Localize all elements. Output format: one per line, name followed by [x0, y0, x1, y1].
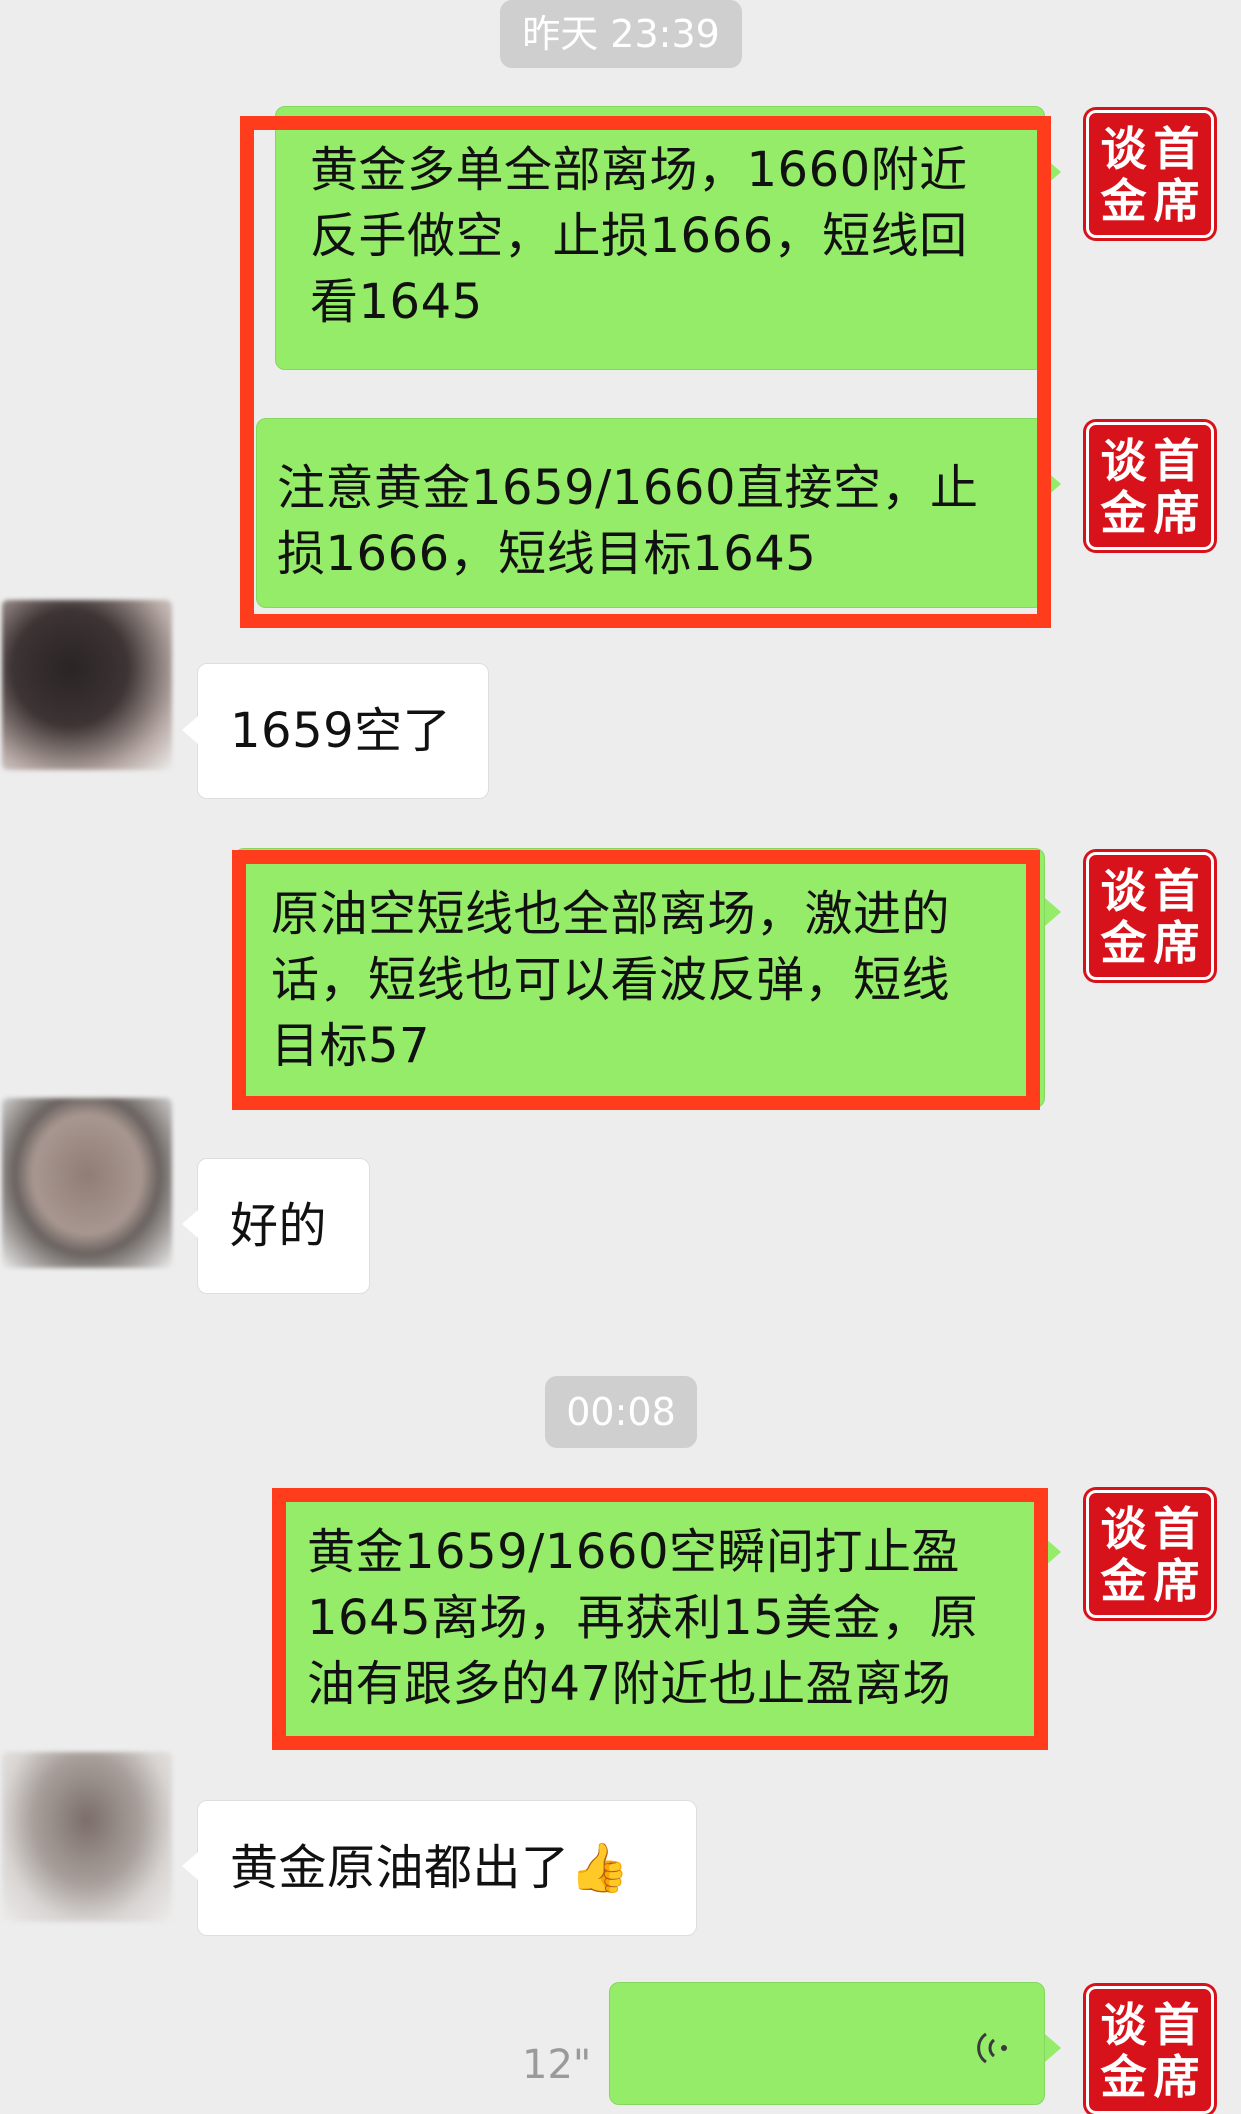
bubble-tail [182, 1210, 198, 1238]
message-text: 1659空了 [230, 703, 452, 759]
seal-char: 金 [1100, 1554, 1147, 1608]
message-text: 黄金多单全部离场，1660附近 反手做空，止损1666，短线回 看1645 [310, 142, 968, 330]
bubble-tail [1045, 1538, 1061, 1566]
seal-char: 席 [1153, 2050, 1200, 2104]
voice-duration-label: 12" [522, 2042, 592, 2088]
message-text: 黄金1659/1660空瞬间打止盈 1645离场，再获利15美金，原 油有跟多的… [307, 1524, 979, 1712]
seal-char: 金 [1100, 2050, 1147, 2104]
voice-wave-icon [977, 2032, 1007, 2064]
seal-char: 金 [1100, 174, 1147, 228]
bubble-tail [1045, 158, 1061, 186]
seal-char: 金 [1100, 916, 1147, 970]
bubble-tail [1045, 2034, 1061, 2062]
avatar-seal[interactable]: 谈 首 金 席 [1086, 422, 1214, 550]
avatar-seal[interactable]: 谈 首 金 席 [1086, 110, 1214, 238]
user-avatar-blurred[interactable] [2, 1752, 172, 1922]
received-message-bubble[interactable]: 黄金原油都出了👍 [197, 1800, 697, 1936]
seal-char: 谈 [1100, 434, 1147, 488]
sent-message-bubble[interactable]: 黄金多单全部离场，1660附近 反手做空，止损1666，短线回 看1645 [275, 106, 1045, 370]
user-avatar-blurred[interactable] [2, 1098, 172, 1268]
seal-char: 金 [1100, 486, 1147, 540]
message-text: 原油空短线也全部离场，激进的 话，短线也可以看波反弹，短线 目标57 [271, 886, 951, 1074]
sent-message-bubble[interactable]: 原油空短线也全部离场，激进的 话，短线也可以看波反弹，短线 目标57 [234, 848, 1045, 1108]
seal-char: 谈 [1100, 1502, 1147, 1556]
seal-char: 首 [1153, 122, 1200, 176]
seal-char: 首 [1153, 434, 1200, 488]
bubble-tail [182, 716, 198, 744]
received-message-bubble[interactable]: 1659空了 [197, 663, 489, 799]
sent-message-bubble[interactable]: 黄金1659/1660空瞬间打止盈 1645离场，再获利15美金，原 油有跟多的… [274, 1488, 1045, 1748]
message-text: 黄金原油都出了👍 [230, 1840, 630, 1896]
avatar-seal[interactable]: 谈 首 金 席 [1086, 852, 1214, 980]
avatar-seal[interactable]: 谈 首 金 席 [1086, 1490, 1214, 1618]
received-message-bubble[interactable]: 好的 [197, 1158, 370, 1294]
bubble-tail [1045, 470, 1061, 498]
user-avatar-blurred[interactable] [2, 600, 172, 770]
seal-char: 谈 [1100, 864, 1147, 918]
avatar-seal[interactable]: 谈 首 金 席 [1086, 1986, 1214, 2114]
seal-char: 席 [1153, 1554, 1200, 1608]
seal-char: 谈 [1100, 1998, 1147, 2052]
bubble-tail [182, 1852, 198, 1880]
seal-char: 谈 [1100, 122, 1147, 176]
message-text: 好的 [230, 1198, 328, 1254]
bubble-tail [1045, 898, 1061, 926]
seal-char: 席 [1153, 916, 1200, 970]
timestamp-pill: 昨天 23:39 [500, 0, 742, 68]
seal-char: 首 [1153, 1998, 1200, 2052]
seal-char: 席 [1153, 174, 1200, 228]
seal-char: 首 [1153, 1502, 1200, 1556]
message-text: 注意黄金1659/1660直接空，止 损1666，短线目标1645 [277, 460, 979, 582]
seal-char: 首 [1153, 864, 1200, 918]
seal-char: 席 [1153, 486, 1200, 540]
timestamp-pill: 00:08 [545, 1376, 697, 1448]
sent-message-bubble[interactable]: 注意黄金1659/1660直接空，止 损1666，短线目标1645 [256, 418, 1045, 608]
